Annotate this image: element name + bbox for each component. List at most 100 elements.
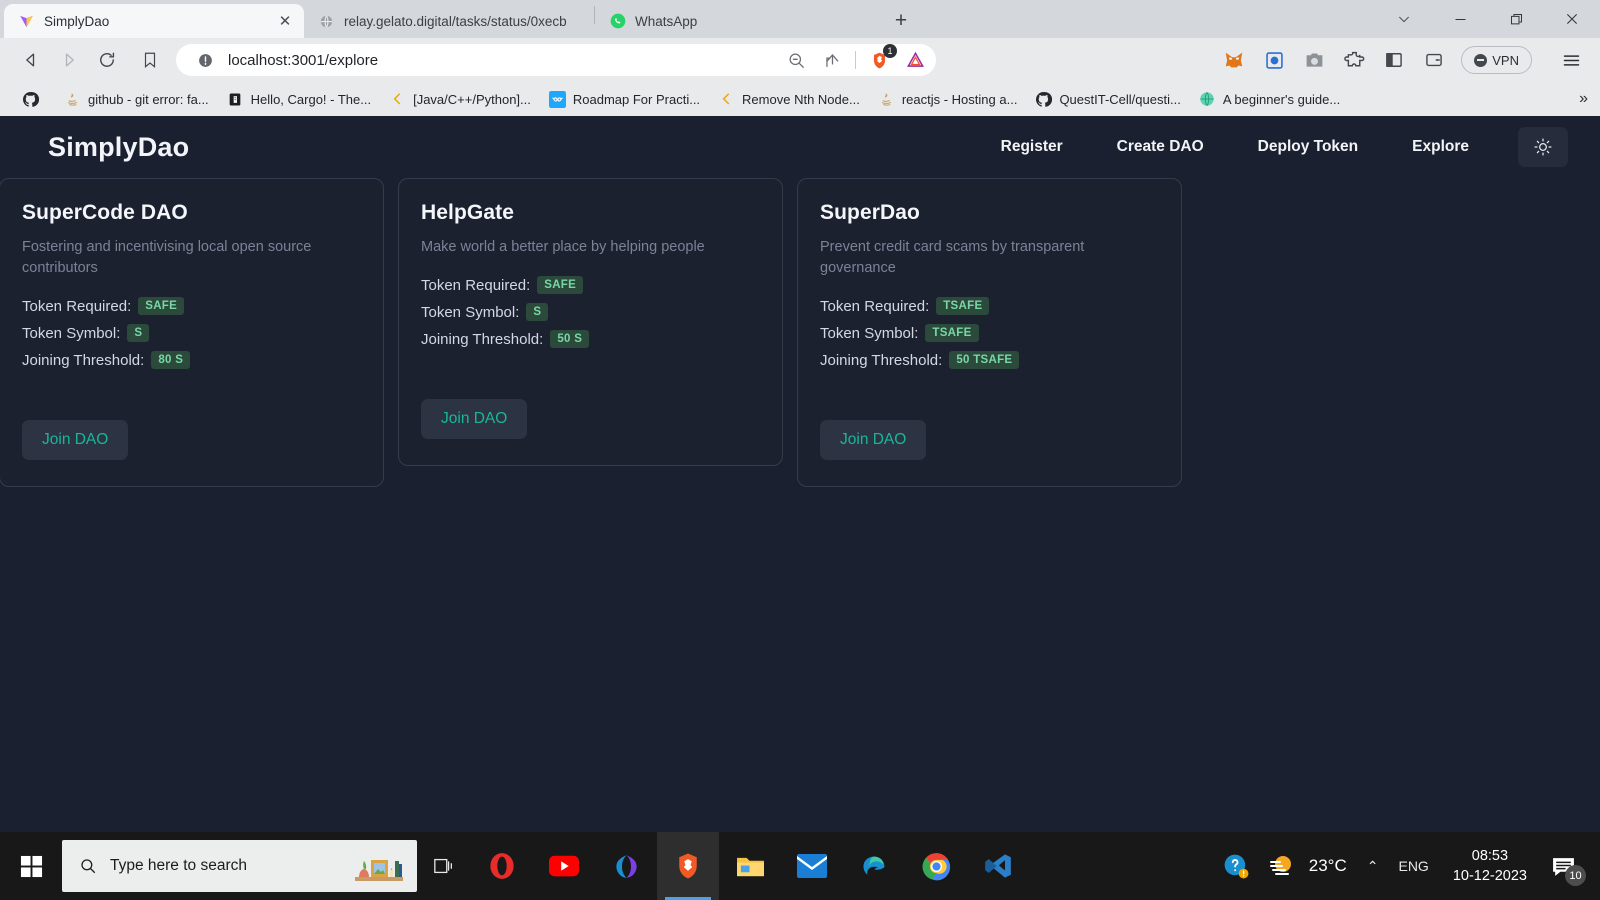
wallet-icon[interactable] <box>1421 47 1447 73</box>
nav-link-explore[interactable]: Explore <box>1385 128 1496 166</box>
start-button[interactable] <box>0 832 62 900</box>
taskbar-app-mail[interactable] <box>781 832 843 900</box>
nav-link-register[interactable]: Register <box>974 128 1090 166</box>
show-hidden-icons-button[interactable]: ⌃ <box>1357 832 1389 900</box>
reload-button[interactable] <box>90 43 124 77</box>
browser-tab-simplydao[interactable]: SimplyDao ✕ <box>4 4 304 38</box>
brave-shields-icon[interactable]: 1 <box>866 44 897 73</box>
token-symbol-label: Token Symbol: <box>421 303 520 321</box>
hamburger-menu-icon[interactable] <box>1556 45 1586 75</box>
bookmark-item-java-cpp-python[interactable]: [Java/C++/Python]... <box>381 88 539 111</box>
tab-title: WhatsApp <box>635 13 698 29</box>
minimize-button[interactable] <box>1432 0 1488 38</box>
bookmark-item-questit-cell[interactable]: QuestIT-Cell/questi... <box>1027 88 1188 111</box>
token-symbol-label: Token Symbol: <box>22 324 121 342</box>
youtube-icon <box>549 855 579 877</box>
joining-threshold-value: 50 S <box>550 330 590 349</box>
maximize-button[interactable] <box>1488 0 1544 38</box>
bookmark-item-beginners-guide[interactable]: A beginner's guide... <box>1191 88 1348 111</box>
token-symbol-value: TSAFE <box>925 324 979 343</box>
windows-start-icon <box>20 855 43 878</box>
join-dao-button[interactable]: Join DAO <box>421 399 528 440</box>
search-placeholder: Type here to search <box>110 857 247 874</box>
globe-icon <box>318 13 335 30</box>
browser-tab-whatsapp[interactable]: WhatsApp <box>595 4 885 38</box>
dao-joining-threshold-row: Joining Threshold: 80 S <box>22 351 361 370</box>
task-view-button[interactable] <box>417 832 471 900</box>
forward-button[interactable] <box>52 43 86 77</box>
taskbar-app-brave[interactable] <box>657 832 719 900</box>
bookmarks-overflow-button[interactable]: » <box>1579 90 1588 108</box>
bookmark-item-hello-cargo[interactable]: Hello, Cargo! - The... <box>219 88 379 111</box>
bookmark-label: github - git error: fa... <box>88 91 209 107</box>
edge-icon <box>860 852 888 880</box>
omnibox-area: localhost:3001/explore 1 <box>134 44 1197 76</box>
bookmark-item-git-error[interactable]: github - git error: fa... <box>56 88 217 111</box>
browser-tab-relay-gelato[interactable]: relay.gelato.digital/tasks/status/0xecb <box>304 4 594 38</box>
rust-book-icon <box>227 91 244 108</box>
vpn-button[interactable]: VPN <box>1461 46 1532 74</box>
joining-threshold-value: 50 TSAFE <box>949 351 1020 370</box>
dao-token-symbol-row: Token Symbol: S <box>22 324 361 343</box>
whatsapp-icon <box>609 13 626 30</box>
bookmark-item-remove-nth-node[interactable]: Remove Nth Node... <box>710 88 868 111</box>
taskbar-app-edge[interactable] <box>843 832 905 900</box>
dao-card[interactable]: SuperCode DAO Fostering and incentivisin… <box>0 178 384 488</box>
window-controls <box>1376 0 1600 38</box>
brave-icon <box>673 851 703 881</box>
taskbar-app-microsoft-365[interactable] <box>595 832 657 900</box>
nav-link-create-dao[interactable]: Create DAO <box>1090 128 1231 166</box>
sidebar-toggle-icon[interactable] <box>1381 47 1407 73</box>
close-icon[interactable]: ✕ <box>276 12 294 30</box>
bat-rewards-icon[interactable] <box>902 47 928 73</box>
screenshot-extension-icon[interactable] <box>1301 47 1327 73</box>
join-dao-button[interactable]: Join DAO <box>22 420 129 461</box>
app-brand-logo[interactable]: SimplyDao <box>48 132 189 163</box>
share-icon[interactable] <box>819 47 845 73</box>
search-input[interactable]: Type here to search <box>62 840 417 892</box>
language-indicator[interactable]: ENG <box>1388 832 1438 900</box>
taskbar-app-chrome[interactable] <box>905 832 967 900</box>
microsoft-365-icon <box>613 853 640 880</box>
bookmark-item-roadmap[interactable]: Roadmap For Practi... <box>541 88 708 111</box>
vscode-icon <box>984 852 1012 880</box>
card-spacer <box>820 378 1159 420</box>
theme-toggle-button[interactable] <box>1518 127 1568 167</box>
token-required-label: Token Required: <box>820 297 930 315</box>
nav-link-deploy-token[interactable]: Deploy Token <box>1231 128 1385 166</box>
sun-icon <box>1533 137 1553 157</box>
dao-card[interactable]: SuperDao Prevent credit card scams by tr… <box>797 178 1182 488</box>
dao-card[interactable]: HelpGate Make world a better place by he… <box>398 178 783 467</box>
app-header: SimplyDao Register Create DAO Deploy Tok… <box>0 116 1600 178</box>
dao-description: Fostering and incentivising local open s… <box>22 239 312 277</box>
close-window-button[interactable] <box>1544 0 1600 38</box>
back-button[interactable] <box>14 43 48 77</box>
new-tab-button[interactable]: + <box>885 6 917 36</box>
not-secure-icon[interactable] <box>192 47 218 73</box>
tab-search-icon[interactable] <box>1376 0 1432 38</box>
bookmark-icon[interactable] <box>134 44 166 76</box>
browser-toolbar: localhost:3001/explore 1 VPN <box>0 38 1600 82</box>
taskbar-app-file-explorer[interactable] <box>719 832 781 900</box>
dao-title: SuperDao <box>820 201 920 224</box>
taskbar-apps <box>471 832 1029 900</box>
record-extension-icon[interactable] <box>1261 47 1287 73</box>
metamask-icon[interactable] <box>1221 47 1247 73</box>
taskbar-app-vscode[interactable] <box>967 832 1029 900</box>
zoom-out-icon[interactable] <box>783 47 809 73</box>
join-dao-button[interactable]: Join DAO <box>820 420 927 461</box>
puzzle-extensions-icon[interactable] <box>1341 47 1367 73</box>
help-tray-icon[interactable] <box>1213 832 1259 900</box>
tab-title: SimplyDao <box>44 13 110 29</box>
weather-widget[interactable]: 23°C <box>1259 832 1357 900</box>
dao-joining-threshold-row: Joining Threshold: 50 TSAFE <box>820 351 1159 370</box>
bookmark-item-reactjs-hosting[interactable]: reactjs - Hosting a... <box>870 88 1026 111</box>
taskbar-app-opera[interactable] <box>471 832 533 900</box>
bookmark-item-github-home[interactable] <box>14 88 54 111</box>
opera-icon <box>488 852 516 880</box>
notification-center-button[interactable]: 10 <box>1541 832 1592 900</box>
taskbar-app-youtube[interactable] <box>533 832 595 900</box>
dao-description: Make world a better place by helping peo… <box>421 239 705 255</box>
address-bar[interactable]: localhost:3001/explore 1 <box>176 44 936 76</box>
clock-widget[interactable]: 08:53 10-12-2023 <box>1439 846 1541 887</box>
